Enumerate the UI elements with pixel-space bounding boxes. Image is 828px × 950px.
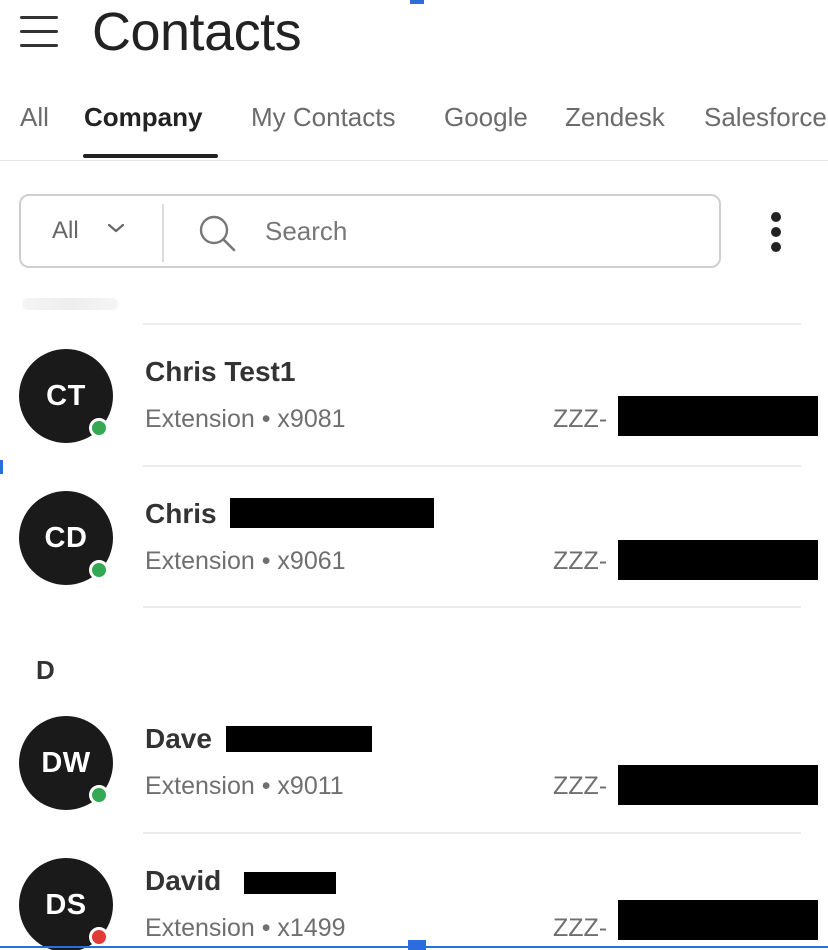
search-bar: All xyxy=(19,194,721,268)
menu-dot xyxy=(771,242,781,252)
search-icon xyxy=(199,215,236,252)
redaction-block xyxy=(618,396,818,436)
page-title: Contacts xyxy=(92,2,302,62)
contact-name: Dave xyxy=(145,723,212,754)
tab-my-contacts[interactable]: My Contacts xyxy=(251,100,396,134)
selection-handle[interactable] xyxy=(0,460,3,474)
contact-site: ZZZ- xyxy=(553,914,608,942)
contact-row[interactable]: CD Chris Extension • x9061 ZZZ- xyxy=(0,467,828,607)
menu-dot xyxy=(771,227,781,237)
search-input[interactable] xyxy=(255,206,715,256)
redaction-block xyxy=(244,872,336,894)
contact-row[interactable]: DW Dave Extension • x9011 ZZZ- xyxy=(0,692,828,832)
redaction-block xyxy=(618,765,818,805)
redaction-block xyxy=(226,726,372,752)
tab-company[interactable]: Company xyxy=(84,100,202,134)
active-tab-indicator xyxy=(83,154,218,158)
contact-site: ZZZ- xyxy=(553,547,608,575)
contact-row[interactable]: DS David Extension • x1499 ZZZ- xyxy=(0,834,828,950)
presence-available-icon xyxy=(89,785,109,805)
tab-all[interactable]: All xyxy=(20,100,49,134)
presence-available-icon xyxy=(89,418,109,438)
contact-extension: Extension • x9011 xyxy=(145,772,344,800)
contact-site: ZZZ- xyxy=(553,405,608,433)
selection-handle[interactable] xyxy=(410,0,424,4)
redaction-block xyxy=(230,498,434,528)
menu-line xyxy=(20,16,58,19)
selection-handle[interactable] xyxy=(408,940,426,950)
tab-salesforce[interactable]: Salesforce xyxy=(704,100,827,134)
filter-dropdown-value: All xyxy=(52,217,79,244)
more-options-icon[interactable] xyxy=(760,208,794,256)
presence-busy-icon xyxy=(89,927,109,947)
contact-name: Chris xyxy=(145,498,217,529)
contact-extension: Extension • x9081 xyxy=(145,405,346,433)
menu-line xyxy=(20,44,58,47)
menu-dot xyxy=(771,212,781,222)
redaction-block xyxy=(618,540,818,580)
contact-site: ZZZ- xyxy=(553,772,608,800)
contact-name: David xyxy=(145,865,222,896)
contacts-page: Contacts All Company My Contacts Google … xyxy=(0,0,828,950)
redaction-block xyxy=(618,900,818,940)
tab-zendesk[interactable]: Zendesk xyxy=(565,100,665,134)
hamburger-menu-icon[interactable] xyxy=(20,14,60,48)
contact-name: Chris Test1 xyxy=(145,356,296,387)
tab-google[interactable]: Google xyxy=(444,100,528,134)
contact-extension: Extension • x9061 xyxy=(145,547,346,575)
loading-placeholder xyxy=(22,298,118,310)
contact-source-tabs: All Company My Contacts Google Zendesk S… xyxy=(0,92,828,161)
contact-row[interactable]: CT Chris Test1 Extension • x9081 ZZZ- xyxy=(0,325,828,465)
chevron-down-icon xyxy=(107,223,125,233)
search-divider xyxy=(162,204,164,262)
presence-available-icon xyxy=(89,560,109,580)
menu-line xyxy=(20,30,58,33)
filter-dropdown[interactable]: All xyxy=(21,196,163,266)
section-header-letter: D xyxy=(36,655,55,685)
contact-extension: Extension • x1499 xyxy=(145,914,346,942)
